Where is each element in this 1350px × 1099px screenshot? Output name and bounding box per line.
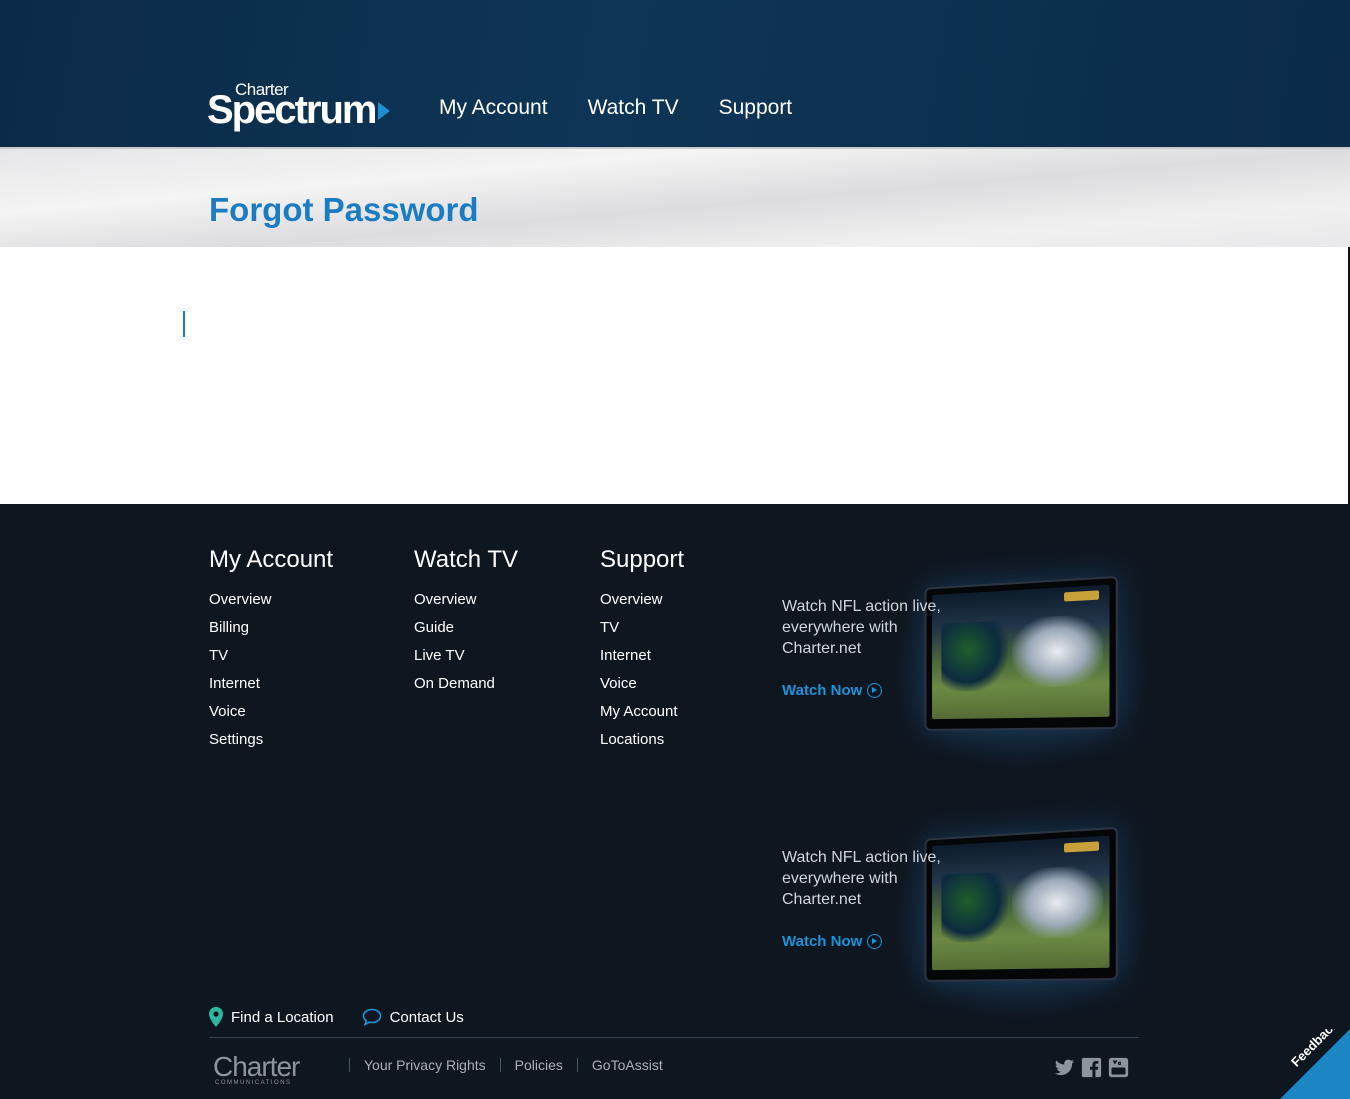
social-links bbox=[1054, 1057, 1129, 1078]
divider bbox=[349, 1058, 350, 1072]
charter-logo-sub: COMMUNICATIONS bbox=[215, 1080, 292, 1086]
player-group-right bbox=[1012, 864, 1104, 940]
footer-heading: Watch TV bbox=[414, 546, 519, 573]
page-banner: Forgot Password bbox=[0, 147, 1350, 247]
chat-bubble-icon bbox=[362, 1008, 381, 1026]
nav-watch-tv[interactable]: Watch TV bbox=[588, 96, 679, 120]
footer-utility-links: Find a Location Contact Us bbox=[209, 1007, 492, 1027]
football-image bbox=[932, 835, 1110, 971]
tablet-image bbox=[924, 826, 1118, 982]
twitter-icon[interactable] bbox=[1054, 1057, 1075, 1078]
logo-arrow-icon bbox=[378, 102, 390, 120]
footer-heading: Support bbox=[600, 546, 685, 573]
footer-link[interactable]: Voice bbox=[600, 670, 684, 698]
privacy-rights-link[interactable]: Your Privacy Rights bbox=[364, 1057, 486, 1073]
gotoassist-link[interactable]: GoToAssist bbox=[592, 1057, 663, 1073]
tablet-image bbox=[924, 575, 1118, 731]
footer-link[interactable]: Overview bbox=[209, 586, 333, 614]
charter-logo-word: Charter bbox=[213, 1051, 300, 1082]
youtube-icon[interactable] bbox=[1108, 1057, 1129, 1078]
footer-link[interactable]: Internet bbox=[209, 670, 333, 698]
site-footer: My Account Overview Billing TV Internet … bbox=[0, 504, 1350, 1099]
nav-my-account[interactable]: My Account bbox=[439, 96, 548, 120]
nfl-promo: Watch NFL action live, everywhere with C… bbox=[780, 572, 1150, 772]
main-nav: My Account Watch TV Support bbox=[439, 96, 832, 120]
footer-link[interactable]: Voice bbox=[209, 698, 333, 726]
legal-links: Your Privacy Rights Policies GoToAssist bbox=[335, 1057, 663, 1073]
contact-us-link[interactable]: Contact Us bbox=[362, 1008, 464, 1026]
watch-now-label: Watch Now bbox=[782, 933, 863, 950]
broadcast-logo bbox=[1064, 590, 1100, 602]
nfl-promo: Watch NFL action live, everywhere with C… bbox=[780, 823, 1150, 1023]
footer-column-my-account: My Account Overview Billing TV Internet … bbox=[209, 546, 333, 754]
footer-link[interactable]: Overview bbox=[414, 586, 518, 614]
footer-link[interactable]: Billing bbox=[209, 614, 333, 642]
footer-divider bbox=[209, 1037, 1139, 1038]
watch-now-link[interactable]: Watch Now bbox=[782, 933, 883, 950]
text-cursor bbox=[183, 311, 185, 337]
footer-bottom-row: Charter COMMUNICATIONS Your Privacy Righ… bbox=[213, 1049, 1133, 1089]
divider bbox=[499, 1058, 501, 1072]
footer-link[interactable]: Overview bbox=[600, 586, 684, 614]
football-image bbox=[932, 584, 1110, 720]
footer-link[interactable]: Guide bbox=[414, 614, 518, 642]
location-pin-icon bbox=[209, 1007, 223, 1027]
player-group-right bbox=[1012, 613, 1104, 689]
contact-us-label: Contact Us bbox=[389, 1008, 464, 1026]
promo-text: Watch NFL action live, everywhere with C… bbox=[782, 598, 941, 657]
promo-text: Watch NFL action live, everywhere with C… bbox=[782, 849, 941, 908]
watch-now-label: Watch Now bbox=[782, 682, 863, 699]
footer-link[interactable]: Settings bbox=[209, 726, 333, 754]
logo-spectrum-text: Spectrum bbox=[207, 88, 377, 132]
policies-link[interactable]: Policies bbox=[515, 1057, 563, 1073]
footer-link[interactable]: TV bbox=[209, 642, 333, 670]
footer-heading: My Account bbox=[209, 546, 334, 573]
facebook-icon[interactable] bbox=[1081, 1057, 1102, 1078]
footer-column-watch-tv: Watch TV Overview Guide Live TV On Deman… bbox=[414, 546, 518, 698]
site-header: Charter Spectrum My Account Watch TV Sup… bbox=[0, 0, 1350, 147]
spectrum-logo[interactable]: Charter Spectrum bbox=[207, 78, 392, 132]
main-content bbox=[0, 247, 1350, 504]
feedback-tab[interactable]: Feedback bbox=[1280, 1029, 1350, 1099]
find-location-link[interactable]: Find a Location bbox=[209, 1007, 334, 1027]
arrow-circle-icon bbox=[867, 683, 883, 698]
page-title: Forgot Password bbox=[209, 191, 479, 228]
charter-communications-logo[interactable]: Charter COMMUNICATIONS bbox=[213, 1051, 300, 1086]
footer-link[interactable]: My Account bbox=[600, 698, 684, 726]
footer-link[interactable]: Locations bbox=[600, 726, 684, 754]
find-location-label: Find a Location bbox=[231, 1008, 334, 1026]
footer-link[interactable]: Internet bbox=[600, 642, 684, 670]
arrow-circle-icon bbox=[867, 934, 883, 949]
footer-link[interactable]: Live TV bbox=[414, 642, 518, 670]
nav-support[interactable]: Support bbox=[719, 96, 793, 120]
footer-column-support: Support Overview TV Internet Voice My Ac… bbox=[600, 546, 684, 754]
broadcast-logo bbox=[1064, 841, 1100, 853]
divider bbox=[576, 1058, 578, 1072]
watch-now-link[interactable]: Watch Now bbox=[782, 682, 883, 699]
footer-link[interactable]: On Demand bbox=[414, 670, 518, 698]
footer-link[interactable]: TV bbox=[600, 614, 684, 642]
